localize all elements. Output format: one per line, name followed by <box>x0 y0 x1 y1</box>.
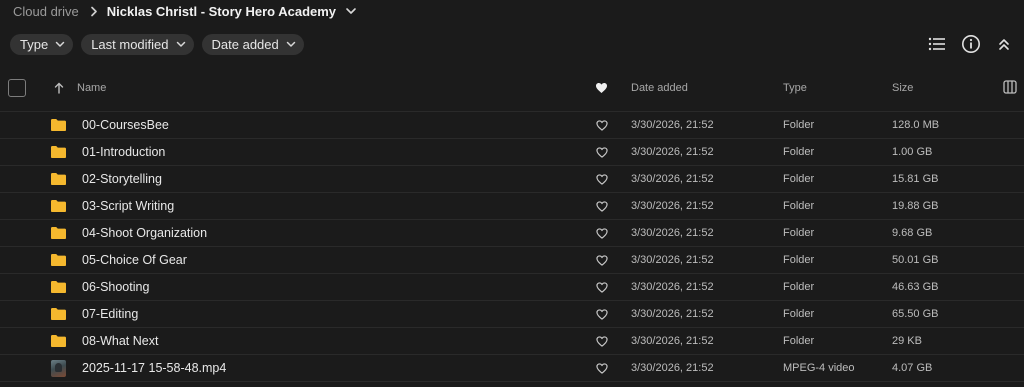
size-cell: 19.88 GB <box>892 200 939 212</box>
breadcrumb: Cloud drive Nicklas Christl - Story Hero… <box>13 0 357 22</box>
columns-icon[interactable] <box>1003 80 1017 97</box>
folder-icon <box>50 118 67 132</box>
heart-icon[interactable] <box>596 362 608 377</box>
type-cell: Folder <box>783 227 815 239</box>
file-name[interactable]: 06-Shooting <box>82 280 149 294</box>
heart-icon[interactable] <box>596 254 608 269</box>
heart-icon[interactable] <box>596 200 608 215</box>
folder-icon <box>50 253 67 267</box>
column-header-size[interactable]: Size <box>892 82 913 94</box>
file-name[interactable]: 05-Choice Of Gear <box>82 253 187 267</box>
folder-icon <box>50 145 67 159</box>
info-icon[interactable] <box>960 33 982 55</box>
file-name[interactable]: 00-CoursesBee <box>82 118 169 132</box>
filter-bar: Type Last modified Date added <box>10 34 304 55</box>
size-cell: 1.00 GB <box>892 146 933 158</box>
type-cell: Folder <box>783 335 815 347</box>
size-cell: 15.81 GB <box>892 173 939 185</box>
table-row[interactable]: 01-Introduction 3/30/2026, 21:52 Folder 1.0… <box>0 139 1024 166</box>
type-cell: Folder <box>783 200 815 212</box>
type-cell: Folder <box>783 173 815 185</box>
folder-icon <box>50 307 67 321</box>
filter-last-modified-button[interactable]: Last modified <box>81 34 194 55</box>
size-cell: 50.01 GB <box>892 254 939 266</box>
table-row[interactable]: 05-Choice Of Gear 3/30/2026, 21:52 Folder 5… <box>0 247 1024 274</box>
chevron-down-icon <box>55 41 65 47</box>
size-cell: 128.0 MB <box>892 119 940 131</box>
file-list: 00-CoursesBee 3/30/2026, 21:52 Folder 128.0… <box>0 112 1024 382</box>
date-added-cell: 3/30/2026, 21:52 <box>631 281 714 293</box>
file-name[interactable]: 08-What Next <box>82 334 158 348</box>
date-added-cell: 3/30/2026, 21:52 <box>631 200 714 212</box>
date-added-cell: 3/30/2026, 21:52 <box>631 308 714 320</box>
table-row[interactable]: 02-Storytelling 3/30/2026, 21:52 Folder 15.… <box>0 166 1024 193</box>
date-added-cell: 3/30/2026, 21:52 <box>631 173 714 185</box>
table-row[interactable]: 07-Editing 3/30/2026, 21:52 Folder 65.50 GB <box>0 301 1024 328</box>
heart-icon[interactable] <box>596 281 608 296</box>
type-cell: MPEG-4 video <box>783 362 855 374</box>
table-row[interactable]: 06-Shooting 3/30/2026, 21:52 Folder 46.63 G… <box>0 274 1024 301</box>
size-cell: 65.50 GB <box>892 308 939 320</box>
filter-type-button[interactable]: Type <box>10 34 74 55</box>
filter-label: Type <box>20 37 49 52</box>
chevron-down-icon <box>176 41 185 47</box>
date-added-cell: 3/30/2026, 21:52 <box>631 119 714 131</box>
file-name[interactable]: 07-Editing <box>82 307 138 321</box>
filter-label: Date added <box>211 37 279 52</box>
size-cell: 9.68 GB <box>892 227 933 239</box>
table-row[interactable]: 04-Shoot Organization 3/30/2026, 21:52 Fol… <box>0 220 1024 247</box>
heart-icon[interactable] <box>596 173 608 188</box>
type-cell: Folder <box>783 281 815 293</box>
breadcrumb-cloud-drive[interactable]: Cloud drive <box>13 4 79 19</box>
folder-icon <box>50 280 67 294</box>
file-name[interactable]: 2025-11-17 15-58-48.mp4 <box>82 361 226 375</box>
page-title: Nicklas Christl - Story Hero Academy <box>106 3 337 19</box>
column-header-date-added[interactable]: Date added <box>631 82 688 94</box>
table-header: Name Date added Type Size <box>0 75 1024 103</box>
filter-label: Last modified <box>91 37 169 52</box>
type-cell: Folder <box>783 146 815 158</box>
table-row[interactable]: 00-CoursesBee 3/30/2026, 21:52 Folder 128.0… <box>0 112 1024 139</box>
chevron-right-icon <box>90 6 98 17</box>
heart-icon[interactable] <box>596 227 608 242</box>
heart-icon[interactable] <box>596 308 608 323</box>
column-header-type[interactable]: Type <box>783 82 807 94</box>
size-cell: 4.07 GB <box>892 362 933 374</box>
folder-icon <box>50 199 67 213</box>
sort-ascending-icon[interactable] <box>54 82 64 97</box>
date-added-cell: 3/30/2026, 21:52 <box>631 227 714 239</box>
filter-date-added-button[interactable]: Date added <box>201 34 304 55</box>
folder-icon <box>50 226 67 240</box>
table-row[interactable]: 2025-11-17 15-58-48.mp4 3/30/2026, 21:52 M… <box>0 355 1024 382</box>
size-cell: 46.63 GB <box>892 281 939 293</box>
type-cell: Folder <box>783 308 815 320</box>
heart-icon[interactable] <box>596 119 608 134</box>
date-added-cell: 3/30/2026, 21:52 <box>631 254 714 266</box>
video-thumbnail-icon <box>51 360 66 377</box>
select-all-checkbox[interactable] <box>8 79 26 97</box>
table-row[interactable]: 03-Script Writing 3/30/2026, 21:52 Folder 1… <box>0 193 1024 220</box>
collapse-icon[interactable] <box>993 33 1015 55</box>
type-cell: Folder <box>783 119 815 131</box>
file-name[interactable]: 04-Shoot Organization <box>82 226 207 240</box>
heart-filled-icon[interactable] <box>595 82 608 97</box>
column-header-name[interactable]: Name <box>77 82 106 94</box>
folder-icon <box>50 334 67 348</box>
type-cell: Folder <box>783 254 815 266</box>
size-cell: 29 KB <box>892 335 922 347</box>
date-added-cell: 3/30/2026, 21:52 <box>631 335 714 347</box>
table-row[interactable]: 08-What Next 3/30/2026, 21:52 Folder 29 KB <box>0 328 1024 355</box>
file-name[interactable]: 01-Introduction <box>82 145 165 159</box>
date-added-cell: 3/30/2026, 21:52 <box>631 362 714 374</box>
file-name[interactable]: 02-Storytelling <box>82 172 162 186</box>
chevron-down-icon <box>286 41 295 47</box>
heart-icon[interactable] <box>596 335 608 350</box>
date-added-cell: 3/30/2026, 21:52 <box>631 146 714 158</box>
heart-icon[interactable] <box>596 146 608 161</box>
file-name[interactable]: 03-Script Writing <box>82 199 174 213</box>
list-view-icon[interactable] <box>926 33 948 55</box>
folder-icon <box>50 172 67 186</box>
chevron-down-icon[interactable] <box>345 7 357 15</box>
